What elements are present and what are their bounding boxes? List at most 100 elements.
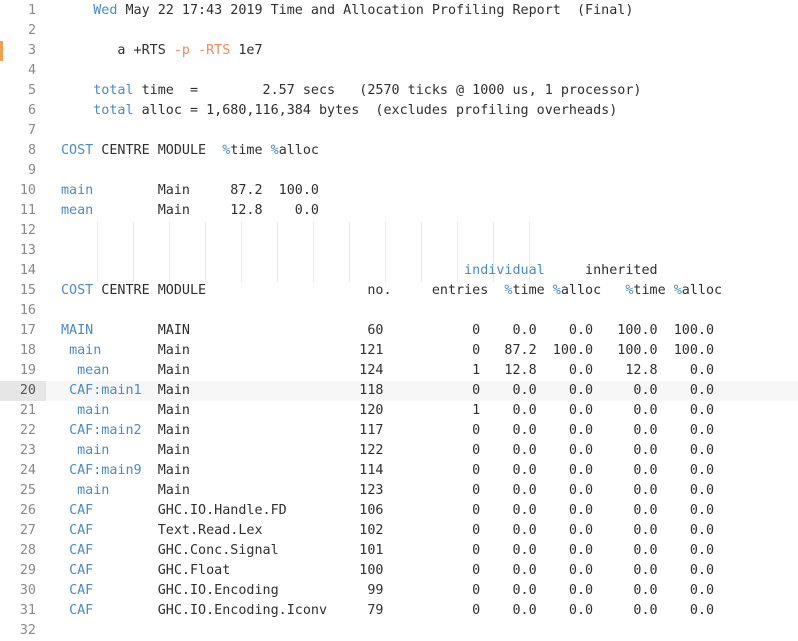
line-number: 17 [19, 323, 36, 338]
line-text[interactable]: individual inherited [61, 261, 658, 281]
code-line[interactable]: 12 [0, 221, 798, 241]
line-text[interactable]: CAF GHC.Conc.Signal 101 0 0.0 0.0 0.0 0.… [61, 541, 714, 561]
line-text[interactable]: COST CENTRE MODULE %time %alloc [61, 141, 319, 161]
line-number: 15 [19, 283, 36, 298]
code-line[interactable]: 4 [0, 61, 798, 81]
code-token: main [61, 183, 94, 198]
code-token: COST [61, 143, 94, 158]
code-line[interactable]: 30 CAF GHC.IO.Encoding 99 0 0.0 0.0 0.0 … [0, 581, 798, 601]
line-text[interactable]: main Main 87.2 100.0 [61, 181, 319, 201]
code-token: Main 117 0 0.0 0.0 0.0 0.0 [141, 423, 715, 438]
line-number: 6 [27, 103, 36, 118]
code-token: individual [464, 263, 545, 278]
code-line[interactable]: 8 COST CENTRE MODULE %time %alloc [0, 141, 798, 161]
code-token: time [633, 283, 674, 298]
code-token: Main 121 0 87.2 100.0 100.0 100.0 [101, 343, 715, 358]
code-token: CAF [69, 543, 94, 558]
line-number: 4 [27, 63, 36, 78]
line-number: 31 [19, 603, 36, 618]
code-line[interactable]: 9 [0, 161, 798, 181]
code-token: MAIN 60 0 0.0 0.0 100.0 100.0 [93, 323, 715, 338]
code-token: COST [61, 283, 94, 298]
code-line[interactable]: 16 [0, 301, 798, 321]
code-token: main [69, 343, 102, 358]
line-text[interactable]: CAF:main2 Main 117 0 0.0 0.0 0.0 0.0 [61, 421, 714, 441]
line-text[interactable]: total alloc = 1,680,116,384 bytes (exclu… [61, 101, 617, 121]
code-token: total [93, 83, 134, 98]
code-line[interactable]: 32 [0, 621, 798, 641]
line-text[interactable]: CAF GHC.Float 100 0 0.0 0.0 0.0 0.0 [61, 561, 714, 581]
line-text[interactable]: CAF:main9 Main 114 0 0.0 0.0 0.0 0.0 [61, 461, 714, 481]
line-text[interactable]: CAF Text.Read.Lex 102 0 0.0 0.0 0.0 0.0 [61, 521, 714, 541]
code-line[interactable]: 23 main Main 122 0 0.0 0.0 0.0 0.0 [0, 441, 798, 461]
code-line[interactable]: 13 [0, 241, 798, 261]
line-number: 1 [27, 3, 36, 18]
line-number: 19 [19, 363, 36, 378]
line-text[interactable]: Wed May 22 17:43 2019 Time and Allocatio… [61, 1, 633, 21]
line-text[interactable]: CAF GHC.IO.Handle.FD 106 0 0.0 0.0 0.0 0… [61, 501, 714, 521]
line-text[interactable]: CAF:main1 Main 118 0 0.0 0.0 0.0 0.0 [61, 381, 714, 401]
code-line[interactable]: 27 CAF Text.Read.Lex 102 0 0.0 0.0 0.0 0… [0, 521, 798, 541]
code-line[interactable]: 7 [0, 121, 798, 141]
code-line[interactable]: 2 [0, 21, 798, 41]
code-token: % [270, 143, 279, 158]
line-number: 25 [19, 483, 36, 498]
code-token: -RTS [198, 43, 231, 58]
code-line[interactable]: 14 individual inherited [0, 261, 798, 281]
code-line[interactable]: 18 main Main 121 0 87.2 100.0 100.0 100.… [0, 341, 798, 361]
code-line[interactable]: 24 CAF:main9 Main 114 0 0.0 0.0 0.0 0.0 [0, 461, 798, 481]
line-text[interactable]: main Main 123 0 0.0 0.0 0.0 0.0 [61, 481, 714, 501]
code-line[interactable]: 5 total time = 2.57 secs (2570 ticks @ 1… [0, 81, 798, 101]
code-line[interactable]: 29 CAF GHC.Float 100 0 0.0 0.0 0.0 0.0 [0, 561, 798, 581]
code-line[interactable]: 6 total alloc = 1,680,116,384 bytes (exc… [0, 101, 798, 121]
line-number: 5 [27, 83, 36, 98]
line-number: 21 [19, 403, 36, 418]
code-line[interactable]: 22 CAF:main2 Main 117 0 0.0 0.0 0.0 0.0 [0, 421, 798, 441]
code-token: CENTRE MODULE no. entries [93, 283, 505, 298]
line-text[interactable]: main Main 120 1 0.0 0.0 0.0 0.0 [61, 401, 714, 421]
line-text[interactable]: main Main 122 0 0.0 0.0 0.0 0.0 [61, 441, 714, 461]
code-token: CAF [69, 523, 94, 538]
code-line[interactable]: 31 CAF GHC.IO.Encoding.Iconv 79 0 0.0 0.… [0, 601, 798, 621]
code-token: Main 123 0 0.0 0.0 0.0 0.0 [109, 483, 715, 498]
line-text[interactable]: CAF GHC.IO.Encoding.Iconv 79 0 0.0 0.0 0… [61, 601, 714, 621]
code-line[interactable]: 26 CAF GHC.IO.Handle.FD 106 0 0.0 0.0 0.… [0, 501, 798, 521]
code-line[interactable]: 28 CAF GHC.Conc.Signal 101 0 0.0 0.0 0.0… [0, 541, 798, 561]
code-line[interactable]: 15 COST CENTRE MODULE no. entries %time %… [0, 281, 798, 301]
code-token: Main 122 0 0.0 0.0 0.0 0.0 [109, 443, 715, 458]
code-line[interactable]: 21 main Main 120 1 0.0 0.0 0.0 0.0 [0, 401, 798, 421]
code-token: alloc = 1,680,116,384 bytes (excludes pr… [133, 103, 618, 118]
line-text[interactable]: total time = 2.57 secs (2570 ticks @ 100… [61, 81, 641, 101]
line-text[interactable]: main Main 121 0 87.2 100.0 100.0 100.0 [61, 341, 714, 361]
code-token: main [77, 443, 110, 458]
code-line[interactable]: 17 MAIN MAIN 60 0 0.0 0.0 100.0 100.0 [0, 321, 798, 341]
line-text[interactable]: mean Main 12.8 0.0 [61, 201, 319, 221]
code-token: total [93, 103, 134, 118]
code-line[interactable]: 19 mean Main 124 1 12.8 0.0 12.8 0.0 [0, 361, 798, 381]
code-line[interactable]: 3 a +RTS -p -RTS 1e7 [0, 41, 798, 61]
code-line[interactable]: 20 CAF:main1 Main 118 0 0.0 0.0 0.0 0.0 [0, 381, 798, 401]
line-text[interactable]: a +RTS -p -RTS 1e7 [61, 41, 262, 61]
code-line[interactable]: 11 mean Main 12.8 0.0 [0, 201, 798, 221]
line-text[interactable]: MAIN MAIN 60 0 0.0 0.0 100.0 100.0 [61, 321, 714, 341]
line-text[interactable]: mean Main 124 1 12.8 0.0 12.8 0.0 [61, 361, 714, 381]
code-token: GHC.IO.Encoding.Iconv 79 0 0.0 0.0 0.0 0… [93, 603, 715, 618]
code-token: Main 87.2 100.0 [93, 183, 319, 198]
line-text[interactable]: CAF GHC.IO.Encoding 99 0 0.0 0.0 0.0 0.0 [61, 581, 714, 601]
code-line[interactable]: 10 main Main 87.2 100.0 [0, 181, 798, 201]
code-token: CENTRE MODULE [93, 143, 223, 158]
code-line[interactable]: 1 Wed May 22 17:43 2019 Time and Allocat… [0, 1, 798, 21]
code-line[interactable]: 25 main Main 123 0 0.0 0.0 0.0 0.0 [0, 481, 798, 501]
line-number: 10 [19, 183, 36, 198]
code-token: CAF:main9 [69, 463, 142, 478]
code-token: -p [173, 43, 190, 58]
line-text[interactable]: COST CENTRE MODULE no. entries %time %al… [61, 281, 722, 301]
code-editor[interactable]: 1 Wed May 22 17:43 2019 Time and Allocat… [0, 0, 798, 638]
